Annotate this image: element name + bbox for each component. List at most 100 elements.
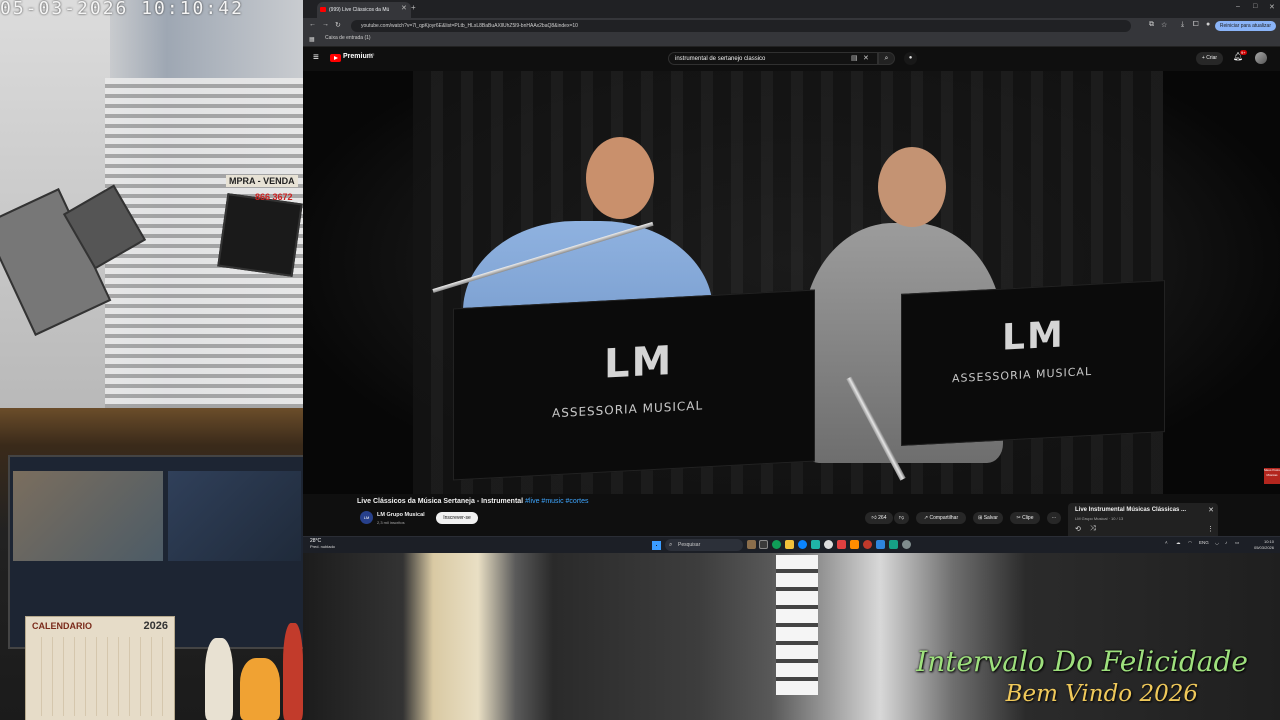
profile-icon[interactable]: ● (1206, 21, 1210, 28)
close-window-icon[interactable]: ✕ (1269, 3, 1275, 11)
url-field[interactable]: youtube.com/watch?v=7l_qpKjoyr6E&list=PL… (351, 20, 1131, 32)
desk-calendar: CALENDARIO 2026 (25, 616, 175, 720)
video-title-tags[interactable]: #live #music #cortes (525, 498, 588, 505)
back-icon[interactable]: ← (309, 21, 316, 28)
windows-start-icon[interactable] (652, 541, 661, 550)
wifi-icon[interactable]: ◡ (1215, 540, 1219, 546)
shuffle-icon[interactable]: ⤨ (1090, 525, 1096, 533)
stand-logo-mark: LM (604, 337, 674, 388)
apps-icon[interactable]: ▦ (309, 36, 315, 43)
camera-feed-shop: Intervalo Do Felicidade Bem Vindo 2026 (553, 553, 1280, 720)
weather-widget[interactable]: 28°C Pred. nublado (310, 539, 335, 550)
channel-avatar[interactable]: LM (360, 511, 373, 524)
youtube-header: ≡ Premium BR instrumental de sertanejo c… (303, 47, 1280, 71)
app-icon[interactable] (889, 540, 898, 549)
search-icon: ⌕ (669, 542, 673, 548)
taskbar-clock[interactable]: 10:10 05/03/2026 (1254, 539, 1274, 551)
taskbar-search[interactable]: ⌕ Pesquisar (665, 539, 743, 551)
create-button[interactable]: + Criar (1196, 52, 1223, 65)
app-icon[interactable] (876, 540, 885, 549)
opera-icon[interactable] (863, 540, 872, 549)
music-stand-right: LM ASSESSORIA MUSICAL (901, 280, 1165, 446)
microphone-icon: ● (908, 55, 913, 61)
video-title-text: Live Clássicos da Música Sertaneja - Ins… (357, 498, 524, 505)
camera-feed-street: MPRA - VENDA 866 3672 05-03-2026 10:10:4… (0, 0, 303, 408)
trumpeter-head (878, 147, 946, 227)
voice-search-button[interactable]: ● (904, 52, 917, 65)
laptop-screen (217, 193, 303, 277)
subscribe-button[interactable]: Inscrever-se (436, 512, 478, 524)
search-icon: ⌕ (884, 55, 889, 62)
search-query: instrumental de sertanejo classico (675, 56, 766, 62)
file-explorer-icon[interactable] (785, 540, 794, 549)
share-label: Compartilhar (929, 515, 959, 521)
keyboard-icon[interactable]: ▤ (851, 53, 858, 65)
settings-gear-icon[interactable] (902, 540, 911, 549)
search-button[interactable]: ⌕ (878, 52, 895, 65)
search-input[interactable]: instrumental de sertanejo classico ▤ ✕ (668, 52, 878, 65)
channel-name[interactable]: LM Grupo Musical (377, 512, 425, 518)
language-indicator[interactable]: ENG (1199, 540, 1209, 545)
dislike-button[interactable]: 👎︎ (894, 512, 909, 524)
overlay-subtitle: Bem Vindo 2026 (1005, 681, 1198, 707)
cast-icon[interactable]: ⧉ (1149, 21, 1154, 29)
clip-label: Clipe (1022, 515, 1034, 521)
new-tab-icon[interactable]: + (411, 3, 416, 12)
weather-desc: Pred. nublado (310, 544, 335, 549)
reload-icon[interactable]: ↻ (335, 21, 341, 29)
network-icon[interactable]: ◠ (1188, 540, 1192, 546)
more-actions-button[interactable]: ··· (1047, 512, 1061, 524)
app-icon[interactable] (837, 540, 846, 549)
bookmarks-bar: ▦ Caixa de entrada (1) (303, 34, 1280, 47)
calendar-label: CALENDARIO (32, 621, 92, 631)
forward-icon[interactable]: → (322, 21, 329, 28)
task-view-icon[interactable] (759, 540, 768, 549)
volume-icon[interactable]: ♪ (1225, 540, 1227, 545)
chrome-icon[interactable] (772, 540, 781, 549)
minimize-icon[interactable]: – (1236, 3, 1240, 10)
clip-button[interactable]: ✂ Clipe (1010, 512, 1040, 524)
street-sign: MPRA - VENDA (226, 175, 298, 187)
tab-close-icon[interactable]: ✕ (401, 4, 407, 12)
address-bar: ← → ↻ youtube.com/watch?v=7l_qpKjoyr6E&l… (303, 18, 1280, 34)
account-avatar[interactable] (1255, 52, 1267, 64)
widget-icon[interactable] (747, 540, 756, 549)
maximize-icon[interactable]: □ (1253, 3, 1257, 10)
tab-youtube[interactable]: (999) Live Clássicos da Mú (317, 2, 411, 18)
youtube-logo-icon[interactable] (330, 54, 341, 62)
hamburger-menu-icon[interactable]: ≡ (313, 52, 319, 63)
playlist-title[interactable]: Live Instrumental Músicas Clássicas ... (1075, 507, 1186, 513)
stand-logo-text: ASSESSORIA MUSICAL (952, 364, 1093, 386)
save-button[interactable]: ⊞ Salvar (973, 512, 1003, 524)
share-icon: ↗ (923, 515, 929, 521)
video-player[interactable]: LM ASSESSORIA MUSICAL LM ASSESSORIA MUSI… (303, 71, 1280, 494)
like-count: 264 (878, 515, 887, 521)
clear-search-icon[interactable]: ✕ (863, 53, 869, 65)
tab-title: (999) Live Clássicos da Mú (329, 7, 390, 13)
obs-icon[interactable] (824, 540, 833, 549)
calendar-grid (31, 637, 169, 716)
store-icon[interactable] (811, 540, 820, 549)
playlist-more-icon[interactable]: ⋮ (1207, 525, 1214, 533)
share-button[interactable]: ↗ Compartilhar (916, 512, 966, 524)
playlist-close-icon[interactable]: ✕ (1208, 506, 1214, 514)
tray-chevron-icon[interactable]: ˄ (1165, 540, 1168, 545)
bookmark-inbox[interactable]: Caixa de entrada (1) (325, 35, 371, 41)
update-button[interactable]: Reiniciar para atualizar (1214, 21, 1276, 31)
vlc-icon[interactable] (850, 540, 859, 549)
stand-logo-mark: LM (1002, 314, 1065, 359)
edge-icon[interactable] (798, 540, 807, 549)
loop-icon[interactable]: ⟲ (1075, 525, 1081, 533)
thumbs-down-icon: 👎︎ (898, 515, 905, 521)
browser-window: (999) Live Clássicos da Mú ✕ + – □ ✕ ← →… (303, 0, 1280, 553)
cloud-icon[interactable]: ☁ (1176, 540, 1181, 546)
bookmark-star-icon[interactable]: ☆ (1161, 21, 1167, 29)
like-button[interactable]: 👍︎ 264 (865, 512, 893, 524)
youtube-favicon-icon (320, 7, 326, 12)
extensions-icon[interactable]: ⧠ (1193, 21, 1199, 29)
battery-icon[interactable]: ▭ (1235, 540, 1239, 546)
scissors-icon: ✂ (1016, 515, 1021, 521)
download-icon[interactable]: ⤓ (1181, 21, 1184, 29)
create-label: Criar (1206, 55, 1218, 61)
camera-feed-shelf (303, 553, 553, 720)
